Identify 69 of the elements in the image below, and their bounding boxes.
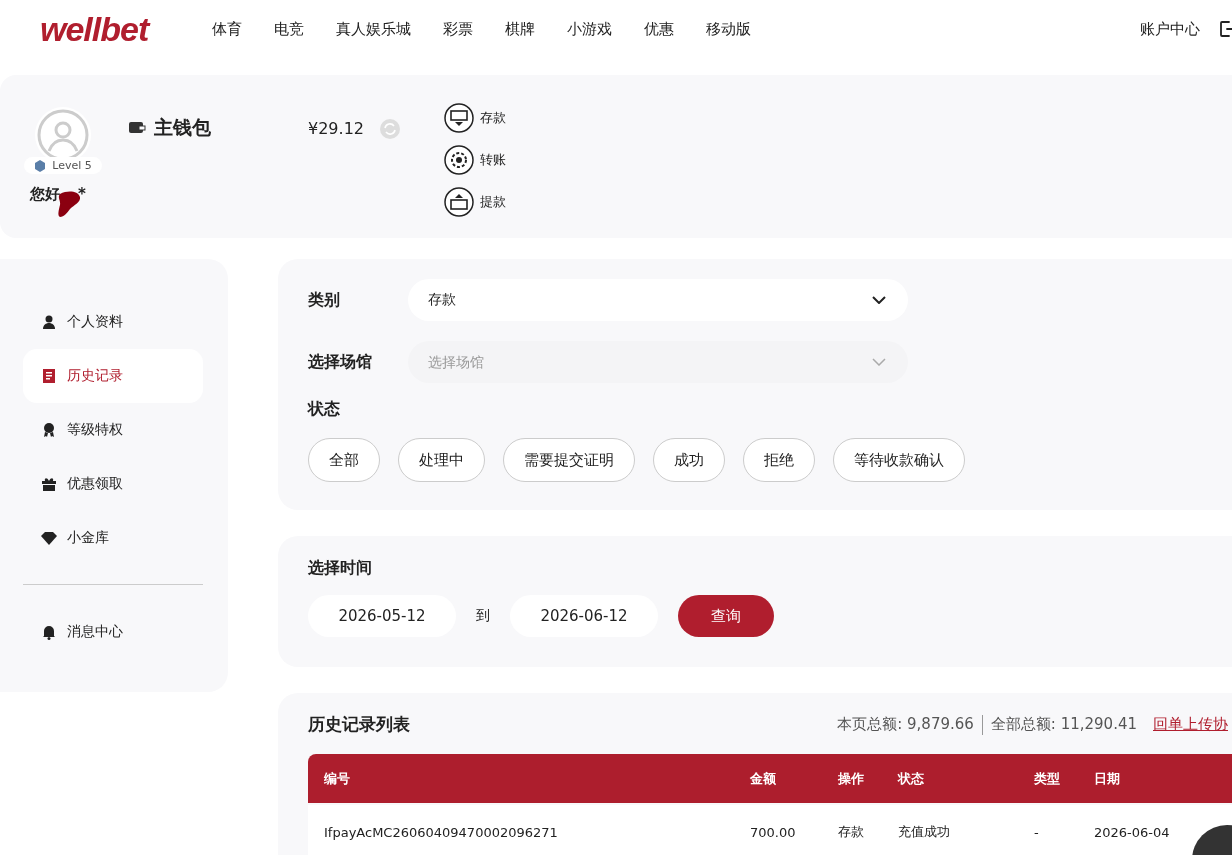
diamond-icon — [41, 530, 57, 546]
field-label: 选择时间 — [308, 558, 373, 579]
table-cell-text: 700.00 — [750, 824, 797, 840]
wallet-action[interactable]: 转账 — [444, 145, 506, 175]
wallet-icon — [128, 120, 146, 136]
column-header: 操作 — [838, 769, 865, 788]
medal-icon — [41, 422, 57, 438]
account-link[interactable]: 账户中心 — [1140, 19, 1200, 39]
user-icon — [41, 314, 57, 330]
sidebar-item[interactable]: 等级特权 — [23, 403, 203, 457]
sidebar-item[interactable]: 个人资料 — [23, 295, 203, 349]
logo[interactable]: wellbet — [40, 9, 172, 49]
table-cell-text: IfpayAcMC26060409470002096271 — [324, 824, 559, 840]
column-header: 日期 — [1094, 769, 1121, 788]
wallet-title: 主钱包 — [154, 115, 211, 140]
doc-icon — [41, 368, 57, 384]
banknote-icon — [444, 103, 474, 133]
page-total: 本页总额: 9,879.66 — [837, 715, 974, 734]
chevron-icon — [872, 358, 886, 366]
status-chip[interactable]: 拒绝 — [743, 438, 815, 482]
field-label: 状态 — [308, 399, 341, 420]
nav-link[interactable]: 体育 — [212, 19, 242, 39]
list-title: 历史记录列表 — [308, 713, 410, 736]
status-chip[interactable]: 等待收款确认 — [833, 438, 965, 482]
separator-text: 到 — [476, 607, 490, 625]
field-label: 选择场馆 — [308, 351, 373, 373]
sidebar-item[interactable]: 历史记录 — [23, 349, 203, 403]
category-select[interactable]: 存款 — [408, 279, 908, 321]
all-total: 全部总额: 11,290.41 — [990, 715, 1137, 734]
date-field[interactable]: 2026-05-12 — [308, 595, 456, 637]
date-field[interactable]: 2026-06-12 — [510, 595, 658, 637]
table-cell-text: - — [1034, 824, 1040, 840]
status-chip[interactable]: 需要提交证明 — [503, 438, 635, 482]
nav-link[interactable]: 彩票 — [443, 19, 473, 39]
sidebar-item[interactable]: 优惠领取 — [23, 457, 203, 511]
column-header: 类型 — [1034, 769, 1061, 788]
field-label: 类别 — [308, 289, 341, 311]
masked-name: * — [78, 185, 86, 203]
table-cell-text: 2026-06-04 — [1094, 824, 1171, 840]
wallet-action[interactable]: 提款 — [444, 187, 506, 217]
nav-link[interactable]: 移动版 — [706, 19, 751, 39]
balance: ¥29.12 — [308, 119, 364, 138]
status-chip[interactable]: 处理中 — [398, 438, 485, 482]
query-button[interactable]: 查询 — [678, 595, 774, 637]
bell-icon — [41, 624, 57, 640]
coin-icon — [444, 145, 474, 175]
level-text: Level 5 — [52, 159, 92, 172]
wallet-action[interactable]: 存款 — [444, 103, 506, 133]
sidebar-item[interactable]: 小金库 — [23, 511, 203, 565]
greeting: 您好 — [30, 184, 60, 204]
sidebar-item[interactable]: 消息中心 — [23, 605, 203, 659]
table-cell-text: 充值成功 — [898, 823, 951, 841]
nav-link[interactable]: 棋牌 — [505, 19, 535, 39]
column-header: 状态 — [898, 769, 925, 788]
chevron-icon — [872, 296, 886, 304]
upload-link[interactable]: 回单上传协 — [1153, 715, 1228, 734]
nav-link[interactable]: 电竞 — [274, 19, 304, 39]
banknote-icon — [444, 187, 474, 217]
status-chip[interactable]: 全部 — [308, 438, 380, 482]
status-chip[interactable]: 成功 — [653, 438, 725, 482]
logout-icon[interactable] — [1218, 19, 1232, 39]
table-cell-text: 存款 — [838, 823, 865, 841]
nav-link[interactable]: 小游戏 — [567, 19, 612, 39]
column-header: 编号 — [324, 769, 351, 788]
column-header: 金额 — [750, 769, 777, 788]
gem-icon — [34, 159, 47, 172]
gift-icon — [41, 476, 57, 492]
nav-link[interactable]: 真人娱乐城 — [336, 19, 411, 39]
nav-link[interactable]: 优惠 — [644, 19, 674, 39]
